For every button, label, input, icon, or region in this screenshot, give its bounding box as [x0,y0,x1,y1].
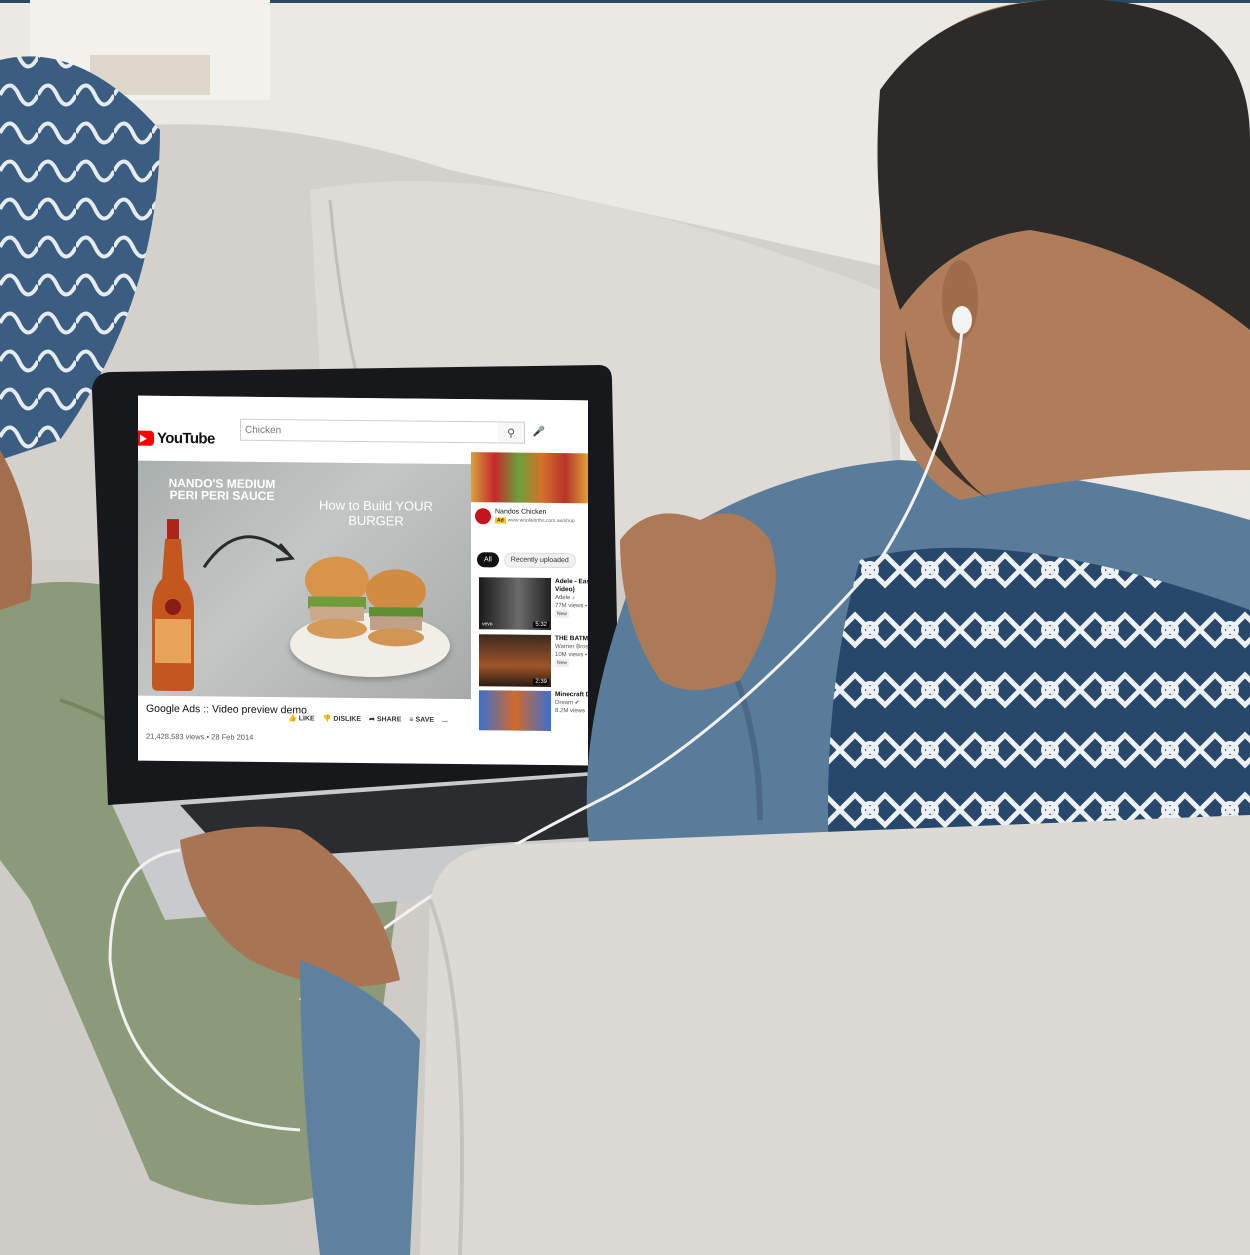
sidebar: Nandos Chicken Ad www.woolworths.com.au/s… [471,452,588,766]
save-button[interactable]: ≡ SAVE [409,715,434,723]
chip-recently-uploaded[interactable]: Recently uploaded [503,552,576,569]
video-thumbnail: vevo 5:32 [479,577,551,630]
sauce-bottle-image [152,518,194,692]
video-duration: 2:39 [533,678,549,685]
share-label: SHARE [376,715,402,723]
youtube-play-icon [138,430,154,446]
video-meta: 21,428,583 views • 28 Feb 2014 [146,731,254,742]
ad-info[interactable]: Nandos Chicken Ad www.woolworths.com.au/s… [475,508,575,525]
filter-chips: All Recently uploaded [477,552,576,569]
recommendation-item[interactable]: 2:39 THE BATMA Warner Bros. 10M views • … [479,634,588,687]
video-title: Google Ads :: Video preview demo [146,702,307,717]
ad-url: www.woolworths.com.au/shop [507,517,575,525]
share-button[interactable]: ➦ SHARE [369,715,401,723]
youtube-logo[interactable]: YouTube [138,429,215,448]
youtube-header: YouTube ⚲ 🎤 [138,395,588,459]
like-button[interactable]: 👍 LIKE [288,714,315,722]
add-to-playlist-icon: ≡ [409,715,414,724]
thumbs-down-icon: 👎 [322,715,332,723]
recommendation-item[interactable]: Minecraft D Dream ✔ 8.2M views [479,690,588,731]
like-label: LIKE [298,714,315,722]
chip-all[interactable]: All [477,552,499,568]
search-box [240,418,500,444]
share-icon: ➦ [369,716,375,724]
ad-banner-image[interactable] [471,452,588,504]
video-duration: 5:32 [533,621,549,628]
overlay-subheading: How to Build YOUR BURGER [319,497,433,529]
thumbs-up-icon: 👍 [288,715,297,723]
mic-icon: 🎤 [532,426,546,438]
ad-badge: Ad [495,517,506,524]
search-button[interactable]: ⚲ [498,421,525,444]
burger-image-2 [366,569,426,647]
new-badge: New [555,610,570,619]
nandos-logo-icon [475,508,491,525]
youtube-logo-text: YouTube [157,429,215,448]
new-badge: New [555,659,570,668]
dislike-button[interactable]: 👎 DISLIKE [323,715,361,723]
ad-name: Nandos Chicken [495,508,547,516]
overlay-heading: NANDO'S MEDIUM PERI PERI SAUCE [168,475,276,504]
recommendation-item[interactable]: vevo 5:32 Adele - Easy Video) Adele ♪ 77… [479,577,588,630]
video-player[interactable]: NANDO'S MEDIUM PERI PERI SAUCE How to Bu… [138,460,471,700]
voice-search-button[interactable]: 🎤 [530,422,548,442]
more-label: ... [442,716,448,724]
save-label: SAVE [415,716,435,724]
thumbnail-label: vevo [482,621,493,628]
dislike-label: DISLIKE [333,715,362,723]
curved-arrow-icon [202,535,295,569]
video-thumbnail: 2:39 [479,634,551,687]
video-actions: 👍 LIKE 👎 DISLIKE ➦ SHARE ≡ SAVE ... [288,714,448,724]
rec-views: 8.2M views [555,708,586,715]
more-actions-button[interactable]: ... [442,716,448,724]
laptop-screen: YouTube ⚲ 🎤 NANDO'S MEDIUM PERI PERI SAU… [138,395,588,766]
burger-image [305,556,369,639]
video-thumbnail [479,690,551,731]
search-input[interactable] [241,421,499,442]
search-icon: ⚲ [506,427,516,440]
